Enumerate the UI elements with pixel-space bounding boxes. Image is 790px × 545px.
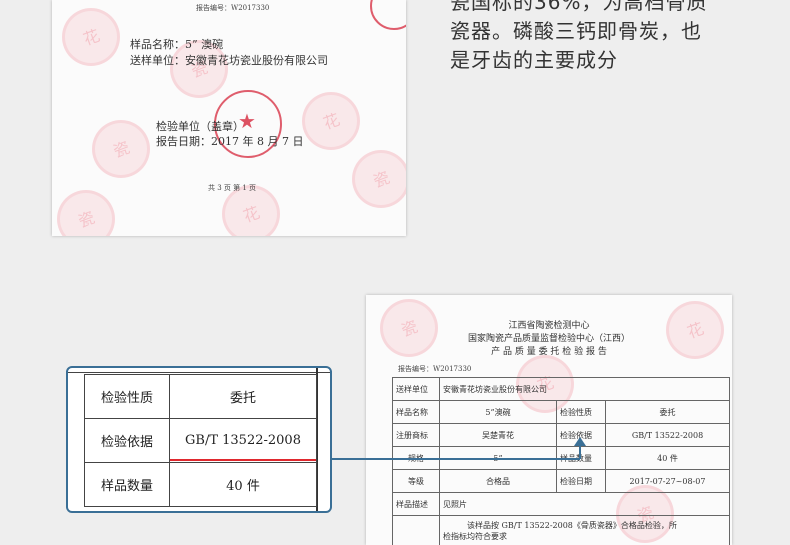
report-number: 报告编号：W2017330 (196, 3, 269, 13)
table-cell: 样品描述 (393, 493, 440, 516)
table-cell: 检验性质 (85, 375, 170, 419)
org-name: 江西省陶瓷检测中心 (366, 318, 732, 331)
conclusion-line: 检指标均符合要求 (443, 531, 726, 542)
watermark-stamp: 花 (302, 92, 360, 150)
conclusion-line: 该样品按 GB/T 13522-2008《骨质瓷器》合格品检验，所 (443, 520, 726, 531)
table-cell: 5”澳碗 (440, 401, 557, 424)
table-cell: 吴楚青花 (440, 424, 557, 447)
report-table: 送样单位 安徽青花坊瓷业股份有限公司 样品名称 5”澳碗 检验性质 委托 注册商… (392, 377, 730, 545)
watermark-stamp: 瓷 (352, 150, 406, 208)
table-cell (393, 516, 440, 545)
table-cell: 40 件 (606, 447, 730, 470)
watermark-stamp: 花 (62, 8, 120, 66)
table-cell: 注册商标 (393, 424, 440, 447)
description-text: 瓷国标的36%，为高档骨质 瓷器。磷酸三钙即骨炭，也 是牙齿的主要成分 (450, 0, 780, 75)
highlighted-standard: GB/T 13522-2008 (185, 433, 301, 448)
table-cell: 送样单位 (393, 378, 440, 401)
report-title: 产 品 质 量 委 托 检 验 报 告 (366, 344, 732, 357)
table-cell: 检验日期 (557, 470, 606, 493)
conclusion-cell: 该样品按 GB/T 13522-2008《骨质瓷器》合格品检验，所 检指标均符合… (440, 516, 730, 545)
top-report-document: 花 瓷 花 瓷 瓷 花 瓷 报告编号：W2017330 样品名称：5” 澳碗 送… (52, 0, 406, 236)
report-number: 报告编号：W2017330 (398, 364, 471, 374)
table-row: 样品名称 5”澳碗 检验性质 委托 (393, 401, 730, 424)
watermark-stamp: 瓷 (57, 190, 115, 236)
table-cell: 规格 (393, 447, 440, 470)
table-row: 样品描述 见照片 (393, 493, 730, 516)
table-cell: 检验性质 (557, 401, 606, 424)
zoom-callout: 检验性质 委托 检验依据 GB/T 13522-2008 样品数量 40 件 (66, 366, 332, 513)
table-row: 规格 5” 样品数量 40 件 (393, 447, 730, 470)
description-line: 瓷器。磷酸三钙即骨炭，也 (450, 17, 780, 46)
table-row: 等级 合格品 检验日期 2017-07-27~08-07 (393, 470, 730, 493)
table-row: 样品数量 40 件 (85, 463, 317, 507)
top-seal-partial (370, 0, 406, 30)
table-row: 送样单位 安徽青花坊瓷业股份有限公司 (393, 378, 730, 401)
table-cell: 安徽青花坊瓷业股份有限公司 (440, 378, 730, 401)
sender-unit: 送样单位：安徽青花坊瓷业股份有限公司 (130, 52, 328, 68)
zoom-top-border (68, 368, 330, 373)
table-cell-highlighted: GB/T 13522-2008 (170, 419, 317, 463)
red-underline (170, 459, 316, 461)
table-cell: 检验依据 (85, 419, 170, 463)
org-name-national: 国家陶瓷产品质量监督检验中心（江西） (366, 331, 732, 344)
table-cell: 见照片 (440, 493, 730, 516)
bottom-report-document: 瓷 花 花 瓷 江西省陶瓷检测中心 国家陶瓷产品质量监督检验中心（江西） 产 品… (366, 295, 732, 545)
report-date: 报告日期：2017 年 8 月 7 日 (156, 133, 303, 149)
table-row: 检验依据 GB/T 13522-2008 (85, 419, 317, 463)
table-cell: 委托 (170, 375, 317, 419)
description-line: 是牙齿的主要成分 (450, 46, 780, 75)
table-cell: 检验依据 (557, 424, 606, 447)
table-cell: 委托 (606, 401, 730, 424)
table-cell: 样品名称 (393, 401, 440, 424)
table-cell: 样品数量 (557, 447, 606, 470)
table-cell: GB/T 13522-2008 (606, 424, 730, 447)
table-cell: 5” (440, 447, 557, 470)
inspect-unit: 检验单位（盖章） (156, 118, 244, 134)
table-cell: 40 件 (170, 463, 317, 507)
table-row: 注册商标 吴楚青花 检验依据 GB/T 13522-2008 (393, 424, 730, 447)
table-cell: 2017-07-27~08-07 (606, 470, 730, 493)
zoom-table: 检验性质 委托 检验依据 GB/T 13522-2008 样品数量 40 件 (84, 374, 317, 507)
watermark-stamp: 瓷 (92, 120, 150, 178)
sample-name: 样品名称：5” 澳碗 (130, 36, 223, 52)
table-cell: 样品数量 (85, 463, 170, 507)
table-row: 该样品按 GB/T 13522-2008《骨质瓷器》合格品检验，所 检指标均符合… (393, 516, 730, 545)
table-row: 检验性质 委托 (85, 375, 317, 419)
table-cell: 合格品 (440, 470, 557, 493)
table-cell: 等级 (393, 470, 440, 493)
description-line: 瓷国标的36%，为高档骨质 (450, 0, 780, 17)
page-number: 共 3 页 第 1 页 (208, 183, 256, 193)
